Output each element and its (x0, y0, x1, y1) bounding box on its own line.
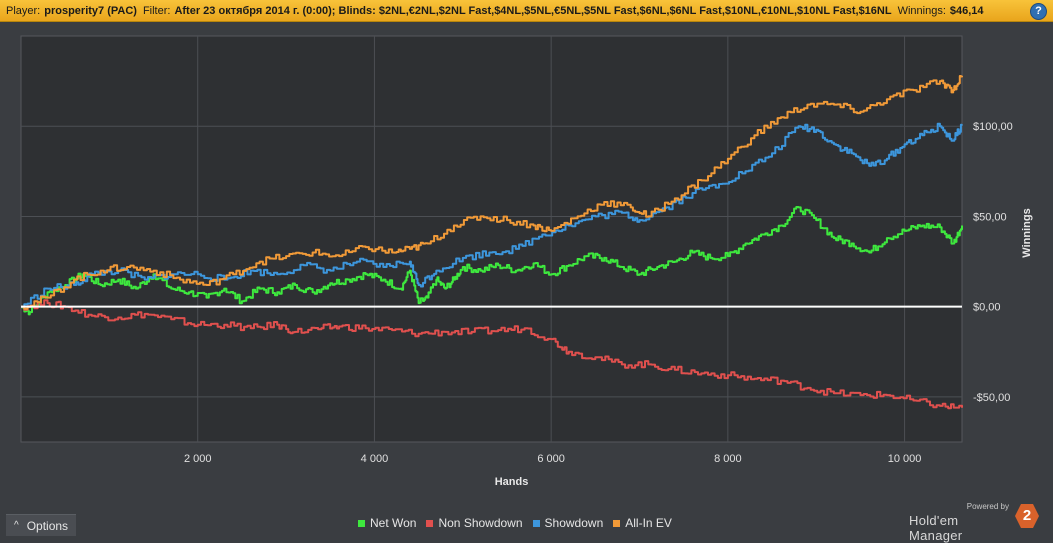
legend-item[interactable]: Non Showdown (426, 516, 523, 530)
powered-by-text: Powered by (966, 502, 1009, 511)
legend-item[interactable]: Showdown (532, 516, 604, 530)
x-tick-label: 10 000 (888, 453, 922, 465)
legend-label: Showdown (544, 516, 604, 530)
winnings-value: $46,14 (949, 4, 984, 17)
y-tick-label: $0,00 (973, 302, 1001, 314)
winnings-chart-svg: 2 000 4 000 6 000 8 000 10 000 -$50,00 $0,00 $5… (20, 35, 1033, 488)
y-axis-label: Winnings (1021, 208, 1033, 257)
filter-bar: Player: prosperity7 (PAC) Filter: After … (0, 0, 1053, 22)
x-axis-label: Hands (495, 476, 529, 488)
legend-item[interactable]: All-In EV (613, 516, 672, 530)
filter-label: Filter: (142, 4, 171, 17)
options-label: Options (26, 518, 69, 533)
legend-swatch (426, 519, 434, 527)
bottom-bar: ^ Options Net Won Non Showdown Showdown All… (0, 502, 1053, 543)
chart-legend: Net Won Non Showdown Showdown All-In EV (358, 516, 672, 530)
legend-swatch (613, 519, 621, 527)
options-button[interactable]: ^ Options (6, 514, 76, 536)
legend-swatch (358, 519, 365, 527)
x-tick-label: 8 000 (714, 453, 742, 465)
legend-label: Non Showdown (438, 516, 523, 530)
filter-value: After 23 октября 2014 г. (0:00); Blinds:… (174, 4, 892, 17)
brand: Powered by Hold'em Manager 2 (909, 502, 1039, 543)
legend-item[interactable]: Net Won (358, 516, 416, 530)
legend-label: Net Won (370, 516, 417, 530)
legend-label: All-In EV (625, 516, 672, 530)
x-tick-label: 2 000 (184, 453, 212, 465)
chevron-up-icon: ^ (14, 520, 19, 531)
player-label: Player: (6, 4, 41, 17)
plot-area (20, 35, 963, 443)
x-tick-label: 4 000 (361, 453, 389, 465)
question-icon[interactable]: ? (1030, 3, 1047, 20)
y-tick-label: $100,00 (973, 121, 1013, 133)
y-tick-label: -$50,00 (973, 392, 1010, 404)
player-value: prosperity7 (PAC) (44, 4, 137, 17)
winnings-chart: 2 000 4 000 6 000 8 000 10 000 -$50,00 $0,00 $5… (0, 22, 1053, 514)
x-tick-label: 6 000 (537, 453, 565, 465)
legend-swatch (532, 519, 540, 527)
y-tick-label: $50,00 (973, 211, 1007, 223)
winnings-label: Winnings: (897, 4, 946, 17)
hem-logo-icon: 2 (1015, 504, 1039, 528)
brand-name: Hold'em Manager (909, 513, 963, 543)
